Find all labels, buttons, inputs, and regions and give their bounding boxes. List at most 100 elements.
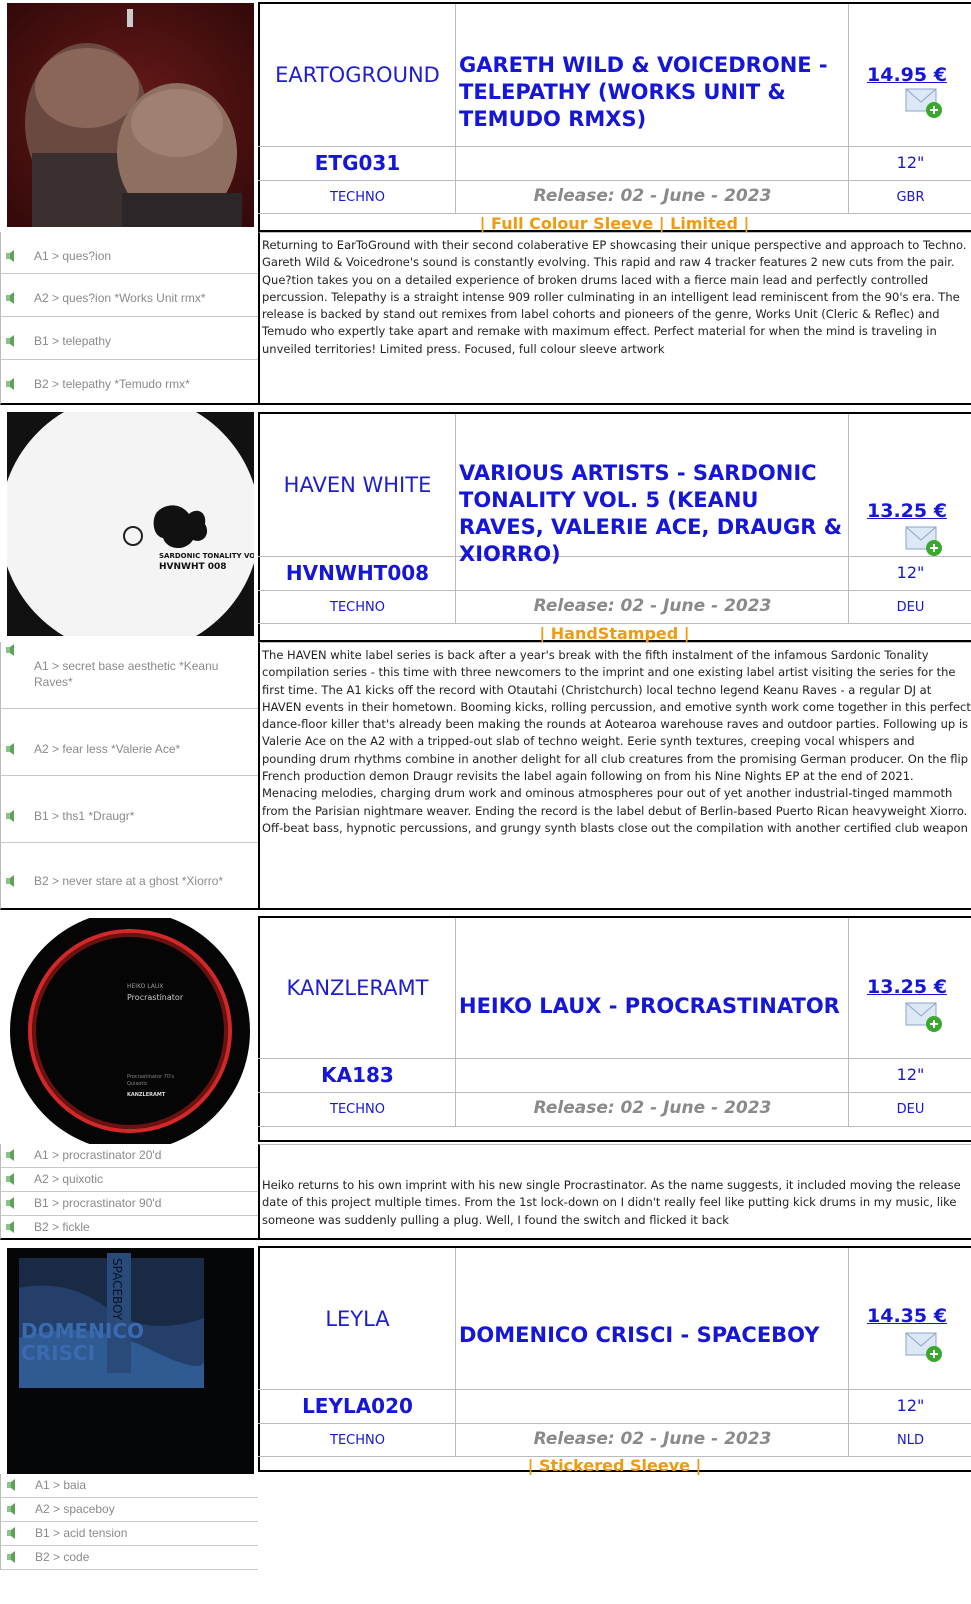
track-item[interactable]: B2 > telepathy *Temudo rmx*: [0, 360, 258, 403]
speaker-play-icon[interactable]: [5, 362, 19, 410]
label-link[interactable]: HAVEN WHITE: [260, 414, 455, 556]
track-label: B2 > never stare at a ghost *Xiorro*: [34, 874, 224, 888]
add-to-cart-icon[interactable]: [905, 86, 943, 124]
cover-image[interactable]: SPACEBOY DOMENICO CRISCI: [7, 1248, 254, 1474]
extras-text: | Stickered Sleeve |: [527, 1456, 702, 1475]
track-label: B1 > procrastinator 90'd: [34, 1196, 162, 1210]
description-text: Heiko returns to his own imprint with hi…: [258, 1144, 971, 1240]
cover-text: DOMENICO: [21, 1319, 144, 1343]
extras-text: | Full Colour Sleeve | Limited |: [479, 214, 750, 233]
country-text: DEU: [896, 600, 925, 615]
cover-text: HEIKO LAUX: [127, 983, 163, 990]
speaker-play-icon[interactable]: [5, 1194, 19, 1216]
track-label: A1 > ques?ion: [34, 249, 112, 263]
track-item[interactable]: A1 > secret base aesthetic *Keanu Raves*: [0, 642, 258, 709]
cover-text: SARDONIC TONALITY VOL.5: [159, 552, 254, 560]
catalog-number-link[interactable]: HVNWHT008: [260, 561, 455, 585]
track-item[interactable]: A2 > fear less *Valerie Ace*: [0, 709, 258, 776]
genre-link[interactable]: TECHNO: [260, 1102, 455, 1117]
format-text: 12": [896, 1396, 925, 1415]
cover-text: Procrastinator: [127, 993, 184, 1002]
track-item[interactable]: B2 > never stare at a ghost *Xiorro*: [0, 843, 258, 909]
track-label: B1 > telepathy: [34, 334, 112, 348]
track-label: A1 > secret base aesthetic *Keanu Raves*: [34, 659, 219, 689]
release-date: Release: 02 - June - 2023: [533, 596, 772, 616]
cover-text: Procrastinator 70's: [127, 1074, 174, 1080]
speaker-play-icon[interactable]: [5, 1146, 19, 1168]
description-text: Returning to EarToGround with their seco…: [258, 232, 971, 405]
release-title-link[interactable]: VARIOUS ARTISTS - SARDONIC TONALITY VOL.…: [459, 460, 844, 568]
cover-image[interactable]: HEIKO LAUX Procrastinator Procrastinator…: [7, 918, 254, 1144]
catalog-number-link[interactable]: LEYLA020: [260, 1394, 455, 1418]
track-label: A2 > fear less *Valerie Ace*: [34, 742, 181, 756]
cover-text: CRISCI: [21, 1341, 95, 1365]
label-link[interactable]: KANZLERAMT: [260, 918, 455, 1058]
tracklist: A1 > ques?ion A2 > ques?ion *Works Unit …: [0, 232, 258, 403]
speaker-play-icon[interactable]: [6, 1548, 20, 1570]
track-item[interactable]: A1 > ques?ion: [0, 232, 258, 274]
add-to-cart-icon[interactable]: [905, 1000, 943, 1038]
cover-image[interactable]: SARDONIC TONALITY VOL.5 HVNWHT 008: [7, 412, 254, 636]
record-item: EARTOGROUND GARETH WILD & VOICEDRONE - T…: [0, 0, 971, 405]
add-to-cart-icon[interactable]: [905, 1330, 943, 1368]
label-link[interactable]: LEYLA: [260, 1248, 455, 1389]
add-to-cart-icon[interactable]: [905, 524, 943, 562]
description-text: The HAVEN white label series is back aft…: [258, 642, 971, 910]
release-title-link[interactable]: DOMENICO CRISCI - SPACEBOY: [459, 1322, 844, 1349]
track-item[interactable]: B1 > acid tension: [1, 1522, 258, 1546]
speaker-play-icon[interactable]: [6, 1476, 20, 1498]
release-date: Release: 02 - June - 2023: [533, 1098, 772, 1118]
tracklist: A1 > procrastinator 20'd A2 > quixotic B…: [0, 1144, 258, 1240]
genre-link[interactable]: TECHNO: [260, 190, 455, 205]
cover-text: KANZLERAMT: [127, 1092, 166, 1098]
record-item: HEIKO LAUX Procrastinator Procrastinator…: [0, 916, 971, 1246]
catalog-number-link[interactable]: KA183: [260, 1063, 455, 1087]
track-label: B1 > acid tension: [35, 1526, 128, 1540]
speaker-play-icon[interactable]: [5, 644, 19, 660]
cover-image[interactable]: [7, 3, 254, 227]
cover-text: SPACEBOY: [110, 1258, 124, 1321]
tracklist: A1 > secret base aesthetic *Keanu Raves*…: [0, 642, 258, 909]
format-text: 12": [896, 153, 925, 172]
record-item: SARDONIC TONALITY VOL.5 HVNWHT 008 HAVEN…: [0, 410, 971, 910]
format-text: 12": [896, 563, 925, 582]
speaker-play-icon[interactable]: [5, 845, 19, 921]
track-item[interactable]: A2 > quixotic: [0, 1168, 258, 1192]
price-link[interactable]: 13.25 €: [867, 500, 947, 522]
track-item[interactable]: B1 > ths1 *Draugr*: [0, 776, 258, 843]
release-date: Release: 02 - June - 2023: [533, 186, 772, 206]
release-title-link[interactable]: GARETH WILD & VOICEDRONE - TELEPATHY (WO…: [459, 52, 844, 133]
genre-link[interactable]: TECHNO: [260, 600, 455, 615]
price-link[interactable]: 14.95 €: [867, 64, 947, 86]
speaker-play-icon[interactable]: [5, 1218, 19, 1240]
track-label: A2 > spaceboy: [35, 1502, 115, 1516]
track-item[interactable]: A2 > spaceboy: [1, 1498, 258, 1522]
release-date: Release: 02 - June - 2023: [533, 1429, 772, 1449]
genre-link[interactable]: TECHNO: [260, 1433, 455, 1448]
track-item[interactable]: B1 > procrastinator 90'd: [0, 1192, 258, 1216]
track-item[interactable]: B2 > fickle: [0, 1216, 258, 1240]
track-item[interactable]: B2 > code: [1, 1546, 258, 1570]
price-link[interactable]: 14.35 €: [867, 1305, 947, 1327]
extras-text: | HandStamped |: [539, 624, 690, 643]
record-item: SPACEBOY DOMENICO CRISCI LEYLA DOMENICO …: [0, 1246, 971, 1604]
speaker-play-icon[interactable]: [6, 1524, 20, 1546]
release-title-link[interactable]: HEIKO LAUX - PROCRASTINATOR: [459, 993, 844, 1020]
track-item[interactable]: B1 > telepathy: [0, 317, 258, 360]
track-label: B2 > fickle: [34, 1220, 90, 1234]
cover-text: Quixotic: [127, 1081, 148, 1087]
track-item[interactable]: A2 > ques?ion *Works Unit rmx*: [0, 274, 258, 317]
price-link[interactable]: 13.25 €: [867, 976, 947, 998]
speaker-play-icon[interactable]: [6, 1500, 20, 1522]
country-text: NLD: [897, 1433, 924, 1448]
track-label: A1 > procrastinator 20'd: [34, 1148, 162, 1162]
track-label: B2 > code: [35, 1550, 90, 1564]
catalog-number-link[interactable]: ETG031: [260, 151, 455, 175]
track-label: A2 > ques?ion *Works Unit rmx*: [34, 291, 206, 305]
track-item[interactable]: A1 > procrastinator 20'd: [0, 1144, 258, 1168]
speaker-play-icon[interactable]: [5, 1170, 19, 1192]
format-text: 12": [896, 1065, 925, 1084]
track-item[interactable]: A1 > baia: [1, 1474, 258, 1498]
country-text: GBR: [896, 190, 925, 205]
label-link[interactable]: EARTOGROUND: [260, 4, 455, 146]
